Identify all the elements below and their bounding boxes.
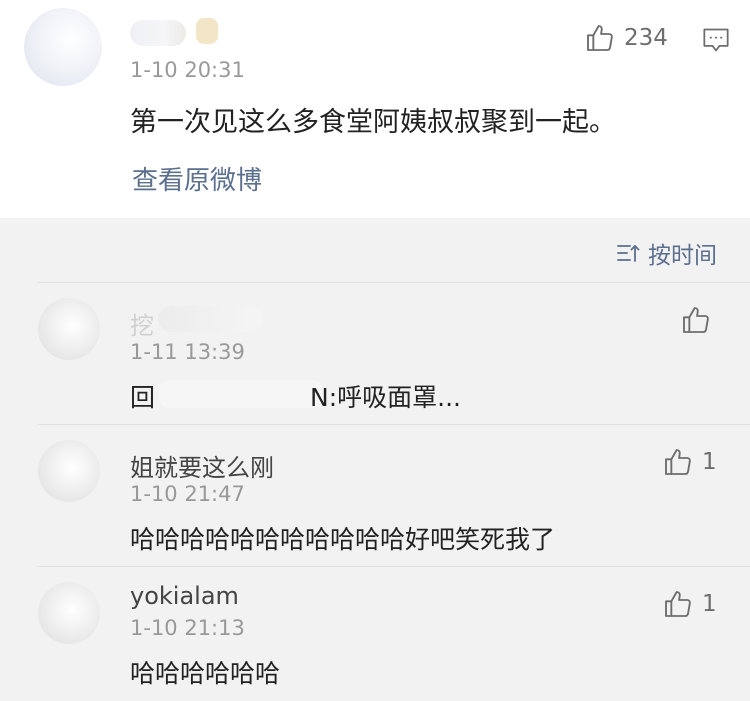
thumbs-up-icon [587, 25, 613, 51]
like-button[interactable]: 1 [662, 446, 717, 478]
like-count: 1 [702, 449, 717, 475]
comment-text: 第一次见这么多食堂阿姨叔叔聚到一起。 [130, 107, 616, 138]
avatar[interactable] [38, 298, 100, 360]
reply-text-prefix: 回 [130, 383, 156, 412]
reply-timestamp: 1-11 13:39 [130, 340, 245, 364]
thumbs-up-icon [665, 449, 691, 475]
view-original-link[interactable]: 查看原微博 [132, 160, 262, 197]
divider [38, 566, 750, 567]
reply-username[interactable]: 姐就要这么刚 [130, 448, 274, 483]
divider [38, 282, 750, 283]
divider [38, 424, 750, 425]
sort-label: 按时间 [648, 243, 717, 269]
main-comment-card: 234 1-10 20:31 第一次见这么多食堂阿姨叔叔聚到一起。 查看原微博 [0, 0, 750, 218]
like-button[interactable]: 1 [662, 588, 717, 620]
like-button[interactable] [680, 304, 712, 336]
sort-icon [617, 244, 640, 262]
comment-icon [703, 28, 729, 52]
thumbs-up-icon [683, 307, 709, 333]
reply-text: 哈哈哈哈哈哈哈哈哈哈哈好吧笑死我了 [130, 525, 556, 554]
user-badge-icon [196, 18, 218, 44]
like-count: 234 [624, 25, 668, 51]
username-obscured [158, 306, 262, 332]
reply-text: 哈哈哈哈哈哈 [130, 659, 281, 688]
reply-username[interactable]: 挖 [130, 306, 154, 341]
reply-text: N:呼吸面罩... [310, 383, 461, 412]
username-obscured[interactable] [130, 20, 186, 46]
comment-button[interactable] [702, 26, 730, 58]
avatar[interactable] [24, 8, 102, 86]
reply-username[interactable]: yokialam [130, 582, 239, 610]
comment-timestamp: 1-10 20:31 [130, 58, 245, 82]
like-button[interactable]: 234 [584, 22, 668, 54]
avatar[interactable] [38, 582, 100, 644]
reply-timestamp: 1-10 21:47 [130, 482, 245, 506]
thumbs-up-icon [665, 591, 691, 617]
avatar[interactable] [38, 440, 100, 502]
like-count: 1 [702, 591, 717, 617]
mention-obscured[interactable] [159, 380, 323, 408]
sort-by-time-button[interactable]: 按时间 [616, 236, 717, 270]
reply-timestamp: 1-10 21:13 [130, 616, 245, 640]
